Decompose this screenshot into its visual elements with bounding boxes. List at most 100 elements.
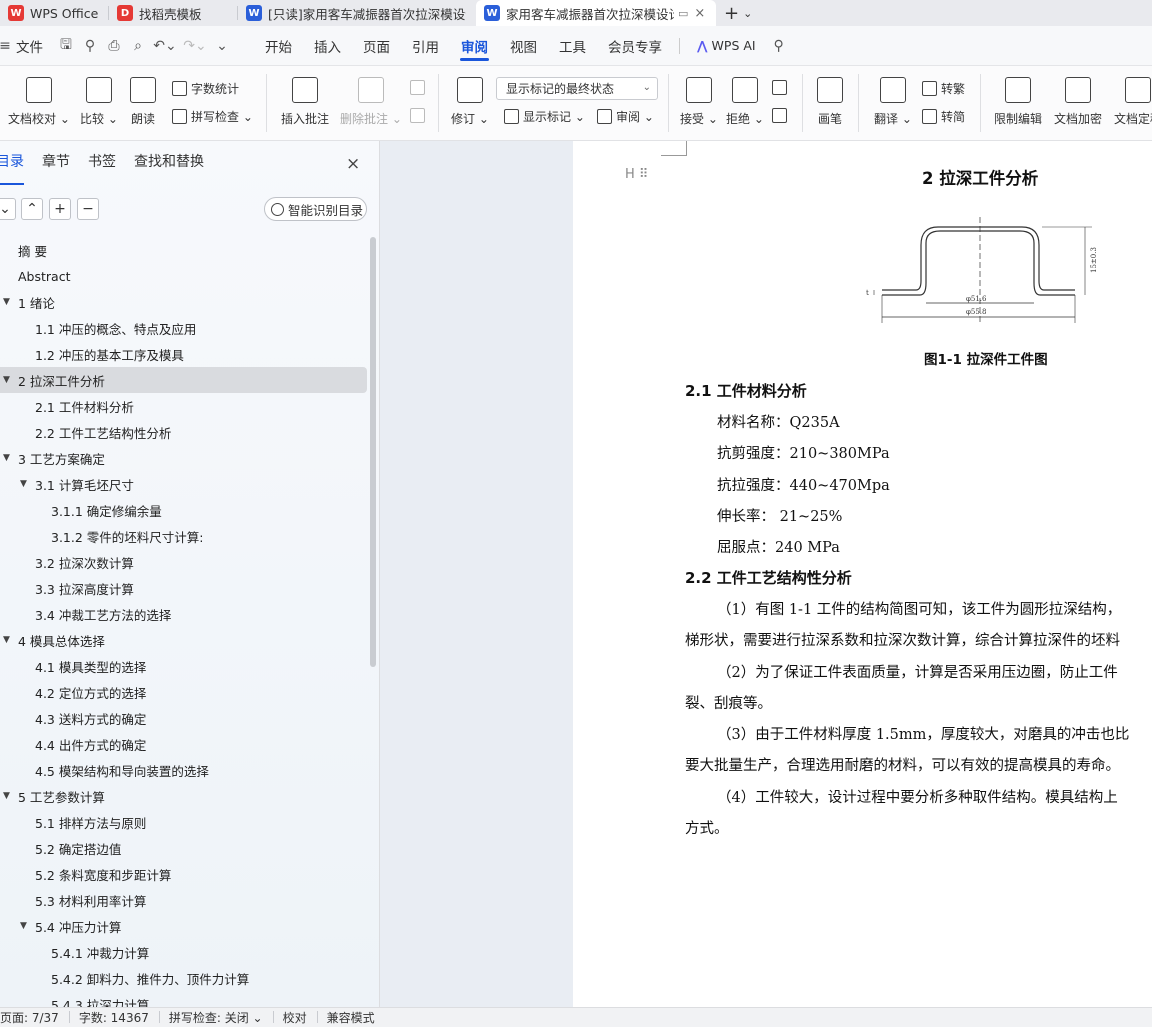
scrollbar[interactable]	[370, 237, 376, 667]
toc-item[interactable]: ▼ 5.4 冲压力计算	[0, 913, 370, 939]
restrict-edit-button[interactable]: 限制编辑	[994, 77, 1042, 127]
toc-item[interactable]: 4.3 送料方式的确定	[0, 705, 370, 731]
close-icon[interactable]: ×	[694, 6, 705, 21]
menu-view[interactable]: 视图	[499, 26, 548, 66]
toc-item[interactable]: 5.2 条料宽度和步距计算	[0, 861, 370, 887]
undo-icon[interactable]: ↶⌄	[150, 26, 180, 66]
toc-item[interactable]: 5.2 确定搭边值	[0, 835, 370, 861]
toc-item[interactable]: 4.2 定位方式的选择	[0, 679, 370, 705]
toc-item[interactable]: 5.4.1 冲裁力计算	[0, 939, 370, 965]
menu-tools[interactable]: 工具	[548, 26, 597, 66]
toc-item[interactable]: 5.3 材料利用率计算	[0, 887, 370, 913]
display-mode-select[interactable]: 显示标记的最终状态 ⌄	[496, 77, 658, 100]
save-icon[interactable]: 🖫	[54, 26, 78, 66]
reject-button[interactable]: 拒绝 ⌄	[726, 77, 764, 127]
expand-all-button[interactable]: ⌄	[0, 198, 16, 220]
menu-member[interactable]: 会员专享	[597, 26, 673, 66]
redo-icon[interactable]: ↷⌄	[180, 26, 210, 66]
tab-wps-office[interactable]: W WPS Office	[0, 0, 108, 26]
doc-check-button[interactable]: 文档校对 ⌄	[8, 77, 70, 127]
toc-item[interactable]: 3.3 拉深高度计算	[0, 575, 370, 601]
menu-file[interactable]: 文件	[10, 26, 54, 66]
to-traditional-button[interactable]: 转繁	[922, 80, 965, 97]
expand-arrow-icon[interactable]: ▼	[3, 791, 10, 801]
toc-item[interactable]: 5.1 排样方法与原则	[0, 809, 370, 835]
compare-button[interactable]: 比较 ⌄	[80, 77, 118, 127]
toc-item[interactable]: 1.2 冲压的基本工序及模具	[0, 341, 370, 367]
toc-item[interactable]: 2.1 工件材料分析	[0, 393, 370, 419]
expand-arrow-icon[interactable]: ▼	[3, 453, 10, 463]
wps-ai-button[interactable]: ⋀ WPS AI	[686, 26, 767, 66]
toc-item[interactable]: 摘 要	[0, 237, 370, 263]
toc-item[interactable]: 3.4 冲裁工艺方法的选择	[0, 601, 370, 627]
spell-check-status[interactable]: 拼写检查: 关闭 ⌄	[158, 1009, 273, 1026]
toc-item[interactable]: ▼ 1 绪论	[0, 289, 370, 315]
read-aloud-button[interactable]: 朗读	[130, 77, 156, 127]
toc-item[interactable]: 3.2 拉深次数计算	[0, 549, 370, 575]
toc-item[interactable]: 4.1 模具类型的选择	[0, 653, 370, 679]
tab-find-replace[interactable]: 查找和替换	[134, 151, 204, 179]
menu-review[interactable]: 审阅	[450, 26, 499, 66]
add-level-button[interactable]: +	[49, 198, 71, 220]
print-preview-icon[interactable]: ⌕	[126, 26, 150, 66]
menu-insert[interactable]: 插入	[303, 26, 352, 66]
toc-item[interactable]: ▼ 3.1 计算毛坯尺寸	[0, 471, 370, 497]
expand-arrow-icon[interactable]: ▼	[3, 635, 10, 645]
remove-level-button[interactable]: −	[77, 198, 99, 220]
finalize-button[interactable]: 文档定稿	[1114, 77, 1152, 127]
menu-references[interactable]: 引用	[401, 26, 450, 66]
expand-arrow-icon[interactable]: ▼	[3, 297, 10, 307]
toc-item[interactable]: 3.1.1 确定修编余量	[0, 497, 370, 523]
toc-item[interactable]: Abstract	[0, 263, 370, 289]
smart-toc-button[interactable]: 智能识别目录	[264, 197, 367, 221]
page-indicator[interactable]: 页面: 7/37	[0, 1009, 69, 1026]
prev-comment-icon[interactable]	[410, 80, 429, 95]
proofread-status[interactable]: 校对	[272, 1009, 317, 1026]
tab-bookmarks[interactable]: 书签	[88, 151, 116, 179]
spell-check-button[interactable]: 拼写检查 ⌄	[172, 108, 253, 125]
toc-item[interactable]: 5.4.3 拉深力计算	[0, 991, 370, 1008]
tab-readonly-doc[interactable]: W [只读]家用客车减振器首次拉深模设计	[238, 0, 476, 26]
to-simplified-button[interactable]: 转简	[922, 108, 965, 125]
pen-button[interactable]: 画笔	[817, 77, 843, 127]
chevron-down-icon[interactable]: ⌄	[210, 26, 234, 66]
next-comment-icon[interactable]	[410, 108, 429, 123]
search-icon[interactable]: ⚲	[767, 26, 791, 66]
toc-item[interactable]: ▼ 2 拉深工件分析	[0, 367, 367, 393]
accept-button[interactable]: 接受 ⌄	[680, 77, 718, 127]
toc-item[interactable]: 4.4 出件方式的确定	[0, 731, 370, 757]
tab-active-doc[interactable]: W 家用客车减振器首次拉深模设计 ▭ ×	[476, 0, 716, 26]
revise-button[interactable]: 修订 ⌄	[451, 77, 489, 127]
close-icon[interactable]: ×	[346, 154, 360, 174]
toc-item[interactable]: 3.1.2 零件的坯料尺寸计算:	[0, 523, 370, 549]
heading-handle-icon[interactable]: H ⠿	[625, 167, 648, 182]
word-count-button[interactable]: 字数统计	[172, 80, 239, 97]
expand-arrow-icon[interactable]: ▼	[20, 921, 27, 931]
delete-comment-button[interactable]: 删除批注 ⌄	[340, 77, 402, 127]
tab-toc[interactable]: 目录	[0, 151, 24, 185]
print-icon[interactable]: ⎙	[102, 26, 126, 66]
toc-item[interactable]: ▼ 4 模具总体选择	[0, 627, 370, 653]
tab-chapters[interactable]: 章节	[42, 151, 70, 179]
translate-button[interactable]: 翻译 ⌄	[874, 77, 912, 127]
menu-page[interactable]: 页面	[352, 26, 401, 66]
toc-item[interactable]: 4.5 模架结构和导向装置的选择	[0, 757, 370, 783]
toc-item[interactable]: ▼ 5 工艺参数计算	[0, 783, 370, 809]
toc-item[interactable]: 2.2 工件工艺结构性分析	[0, 419, 370, 445]
prev-change-icon[interactable]	[772, 80, 791, 95]
toc-item[interactable]: 1.1 冲压的概念、特点及应用	[0, 315, 370, 341]
word-count[interactable]: 字数: 14367	[68, 1009, 159, 1026]
tab-docer[interactable]: D 找稻壳模板	[109, 0, 237, 26]
toc-item[interactable]: ▼ 3 工艺方案确定	[0, 445, 370, 471]
pin-icon[interactable]: ⚲	[78, 26, 102, 66]
menu-home[interactable]: 开始	[254, 26, 303, 66]
collapse-button[interactable]: ⌃	[21, 198, 43, 220]
review-pane-button[interactable]: 审阅 ⌄	[597, 108, 654, 125]
hamburger-icon[interactable]: ≡	[0, 26, 11, 66]
encrypt-button[interactable]: 文档加密	[1054, 77, 1102, 127]
expand-arrow-icon[interactable]: ▼	[3, 375, 10, 385]
toc-item[interactable]: 5.4.2 卸料力、推件力、顶件力计算	[0, 965, 370, 991]
show-markup-button[interactable]: 显示标记 ⌄	[504, 108, 585, 125]
insert-comment-button[interactable]: 插入批注	[281, 77, 329, 127]
next-change-icon[interactable]	[772, 108, 791, 123]
